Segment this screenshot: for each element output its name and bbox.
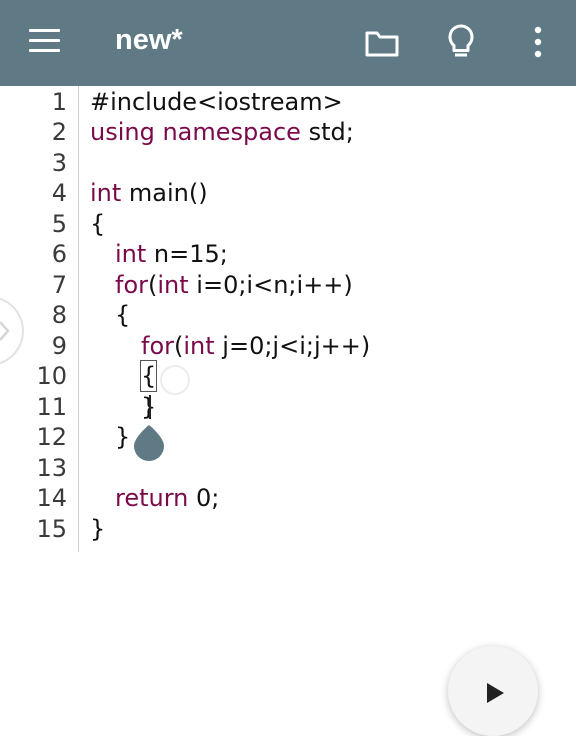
line-number: 14 <box>36 484 67 512</box>
more-vert-icon[interactable] <box>520 22 556 62</box>
line-number: 6 <box>51 240 67 268</box>
line-number: 3 <box>51 149 67 177</box>
app-bar: new* <box>0 0 576 86</box>
line-code[interactable]: { <box>90 209 105 239</box>
code-line[interactable]: 4 int main() <box>0 178 576 208</box>
play-icon <box>487 683 504 703</box>
code-line[interactable]: 2 using namespace std; <box>0 117 576 147</box>
line-number: 15 <box>36 515 67 543</box>
code-line[interactable]: 8 { <box>0 300 576 330</box>
code-line[interactable]: 13 <box>0 453 576 483</box>
line-number: 4 <box>51 179 67 207</box>
line-code[interactable]: return 0; <box>115 483 219 513</box>
folder-icon[interactable] <box>364 22 404 62</box>
run-button[interactable] <box>448 646 538 736</box>
line-number: 12 <box>36 423 67 451</box>
line-number: 11 <box>36 393 67 421</box>
code-line[interactable]: 15 } <box>0 514 576 544</box>
lightbulb-icon[interactable] <box>441 22 481 62</box>
line-code[interactable]: using namespace std; <box>90 117 354 147</box>
line-code[interactable]: { <box>115 300 130 330</box>
line-number: 2 <box>51 118 67 146</box>
line-number: 13 <box>36 454 67 482</box>
cursor-handle-icon[interactable] <box>133 425 165 461</box>
chevron-right-icon <box>0 321 10 341</box>
line-number: 10 <box>36 362 67 390</box>
line-code[interactable]: #include<iostream> <box>90 87 343 117</box>
line-code[interactable]: { <box>139 360 158 392</box>
touch-ripple <box>160 365 190 395</box>
text-cursor <box>149 395 151 419</box>
code-line[interactable]: 3 <box>0 148 576 178</box>
hamburger-menu-icon[interactable] <box>29 29 60 53</box>
line-number: 7 <box>51 271 67 299</box>
code-line[interactable]: 5 { <box>0 209 576 239</box>
code-line[interactable]: 7 for(int i=0;i<n;i++) <box>0 270 576 300</box>
code-line[interactable]: 1 #include<iostream> <box>0 87 576 117</box>
code-line[interactable]: 12 } <box>0 422 576 452</box>
line-number: 5 <box>51 210 67 238</box>
line-code[interactable]: int main() <box>90 178 208 208</box>
line-code[interactable]: for(int j=0;j<i;j++) <box>141 331 370 361</box>
code-line[interactable]: 6 int n=15; <box>0 239 576 269</box>
line-code[interactable]: for(int i=0;i<n;i++) <box>115 270 353 300</box>
file-title: new* <box>115 24 183 56</box>
code-line[interactable]: 10 { <box>0 360 576 392</box>
code-line[interactable]: 14 return 0; <box>0 483 576 513</box>
line-number: 1 <box>51 88 67 116</box>
line-code[interactable]: } <box>90 514 105 544</box>
line-code[interactable]: } <box>115 422 130 452</box>
code-line[interactable]: 11 } <box>0 392 576 422</box>
line-code[interactable]: int n=15; <box>115 239 228 269</box>
code-line[interactable]: 9 for(int j=0;j<i;j++) <box>0 331 576 361</box>
